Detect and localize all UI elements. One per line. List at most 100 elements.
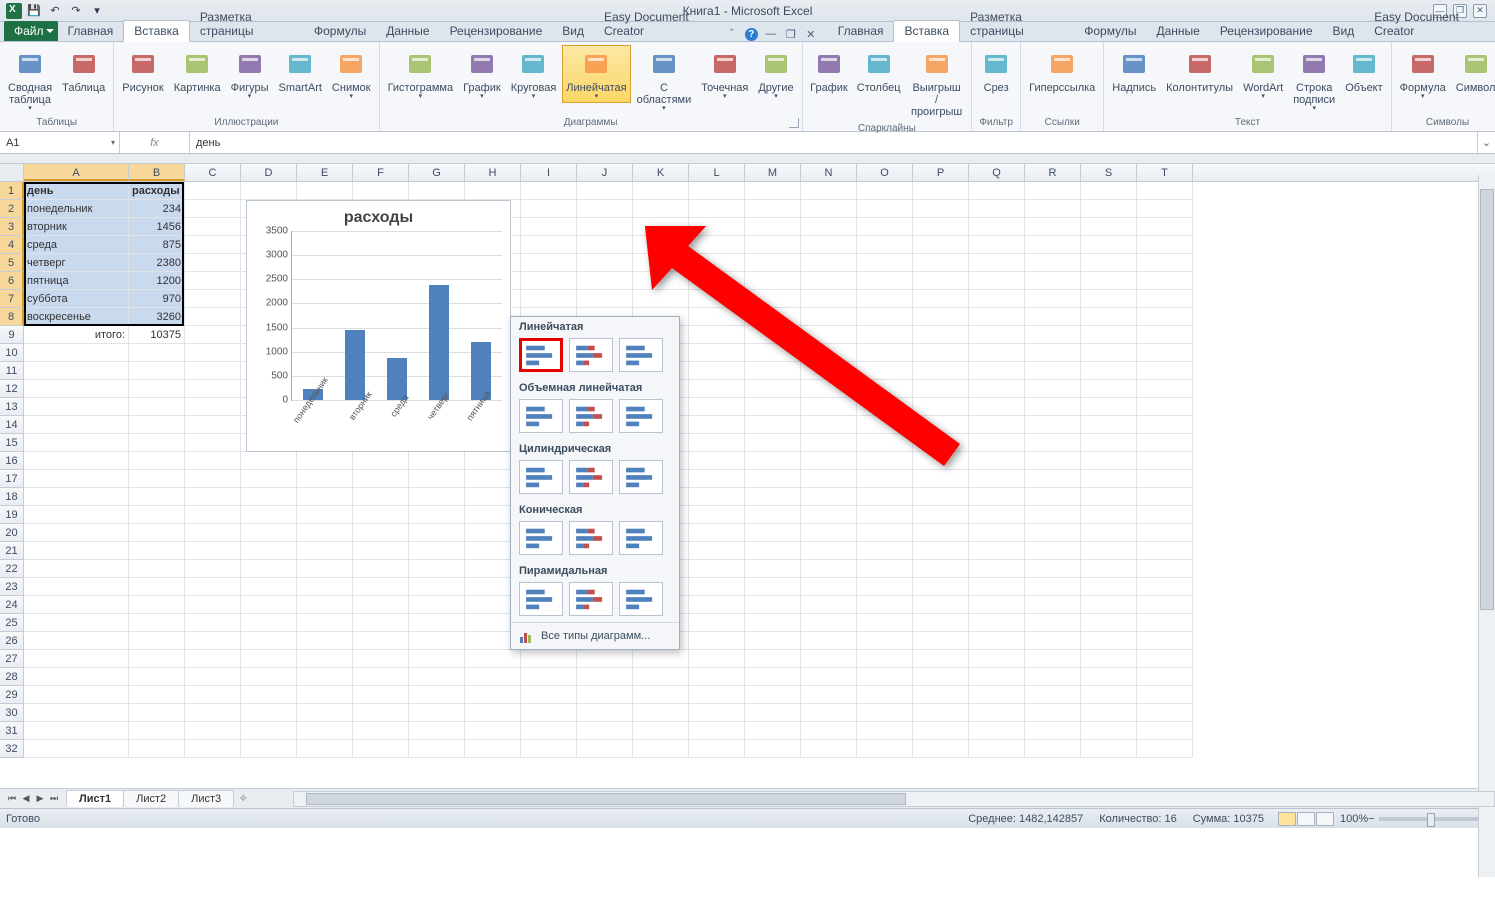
chart-type-option[interactable]	[569, 521, 613, 555]
chart-type-option[interactable]	[619, 460, 663, 494]
row-header[interactable]: 19	[0, 506, 24, 524]
cell[interactable]	[1081, 380, 1137, 398]
cell[interactable]	[297, 704, 353, 722]
cell[interactable]: понедельник	[24, 200, 129, 218]
cell[interactable]	[24, 632, 129, 650]
minimize-ribbon-icon[interactable]: ˆ	[725, 27, 739, 41]
cell[interactable]	[1137, 416, 1193, 434]
cell[interactable]	[409, 560, 465, 578]
cell[interactable]	[913, 434, 969, 452]
ribbon-tab-главная[interactable]: Главная	[828, 21, 894, 41]
cell[interactable]	[185, 596, 241, 614]
cell[interactable]	[1081, 740, 1137, 758]
cell[interactable]	[521, 668, 577, 686]
ribbon-button[interactable]: SmartArt	[275, 45, 326, 97]
cell[interactable]	[185, 290, 241, 308]
cell[interactable]	[913, 722, 969, 740]
cell[interactable]	[1025, 686, 1081, 704]
cell[interactable]	[353, 524, 409, 542]
cell[interactable]	[241, 524, 297, 542]
cell[interactable]	[689, 668, 745, 686]
cell[interactable]	[297, 542, 353, 560]
chart-type-option[interactable]	[619, 399, 663, 433]
cell[interactable]	[801, 470, 857, 488]
cell[interactable]	[1081, 200, 1137, 218]
cell[interactable]	[633, 704, 689, 722]
cell[interactable]	[857, 470, 913, 488]
cell[interactable]	[577, 686, 633, 704]
row-header[interactable]: 23	[0, 578, 24, 596]
ribbon-tab-easy-document-creator[interactable]: Easy Document Creator	[1364, 7, 1495, 41]
cell[interactable]	[857, 722, 913, 740]
cell[interactable]	[521, 254, 577, 272]
cell[interactable]	[633, 254, 689, 272]
cell[interactable]	[1137, 362, 1193, 380]
cell[interactable]	[185, 632, 241, 650]
row-header[interactable]: 8	[0, 308, 24, 326]
cell[interactable]	[857, 254, 913, 272]
cell[interactable]	[689, 416, 745, 434]
ribbon-button[interactable]: Выигрыш / проигрыш	[906, 45, 967, 121]
ribbon-button[interactable]: WordArt▾	[1239, 45, 1287, 103]
cell[interactable]	[185, 344, 241, 362]
cell[interactable]	[1081, 362, 1137, 380]
cell[interactable]	[801, 254, 857, 272]
cell[interactable]	[913, 308, 969, 326]
ribbon-button[interactable]: Точечная▾	[697, 45, 752, 103]
row-header[interactable]: 13	[0, 398, 24, 416]
cell[interactable]	[1081, 326, 1137, 344]
undo-icon[interactable]: ↶	[46, 2, 64, 20]
cell[interactable]	[297, 578, 353, 596]
cell[interactable]	[24, 470, 129, 488]
cell[interactable]	[185, 686, 241, 704]
sheet-prev-icon[interactable]: ◀	[20, 793, 32, 804]
cell[interactable]	[1137, 326, 1193, 344]
row-header[interactable]: 30	[0, 704, 24, 722]
cell[interactable]	[801, 344, 857, 362]
cell[interactable]	[465, 650, 521, 668]
cell[interactable]	[297, 506, 353, 524]
cell[interactable]: вторник	[24, 218, 129, 236]
cell[interactable]	[913, 704, 969, 722]
cell[interactable]	[1081, 542, 1137, 560]
cell[interactable]	[745, 740, 801, 758]
row-header[interactable]: 24	[0, 596, 24, 614]
cell[interactable]	[913, 290, 969, 308]
row-header[interactable]: 20	[0, 524, 24, 542]
cell[interactable]	[24, 416, 129, 434]
cell[interactable]	[969, 326, 1025, 344]
cell[interactable]: 10375	[129, 326, 185, 344]
cell[interactable]	[1081, 668, 1137, 686]
cell[interactable]	[521, 740, 577, 758]
cell[interactable]	[857, 488, 913, 506]
cell[interactable]	[801, 542, 857, 560]
cell[interactable]	[969, 578, 1025, 596]
cell[interactable]	[913, 650, 969, 668]
cell[interactable]	[801, 452, 857, 470]
cell[interactable]	[1081, 254, 1137, 272]
cell[interactable]	[185, 182, 241, 200]
cell[interactable]	[689, 740, 745, 758]
ribbon-tab-вставка[interactable]: Вставка	[893, 20, 960, 42]
cell[interactable]	[1025, 470, 1081, 488]
cell[interactable]	[801, 272, 857, 290]
cell[interactable]	[857, 686, 913, 704]
cell[interactable]	[913, 686, 969, 704]
cell[interactable]	[857, 560, 913, 578]
cell[interactable]	[297, 632, 353, 650]
cell[interactable]	[353, 722, 409, 740]
row-header[interactable]: 28	[0, 668, 24, 686]
cell[interactable]	[913, 182, 969, 200]
cell[interactable]	[129, 524, 185, 542]
cell[interactable]	[913, 560, 969, 578]
cell[interactable]	[801, 362, 857, 380]
cell[interactable]: 3260	[129, 308, 185, 326]
cell[interactable]	[633, 686, 689, 704]
cell[interactable]	[353, 650, 409, 668]
cell[interactable]	[969, 272, 1025, 290]
cell[interactable]	[913, 218, 969, 236]
cell[interactable]	[857, 380, 913, 398]
cell[interactable]	[1137, 398, 1193, 416]
cell[interactable]	[1025, 200, 1081, 218]
cell[interactable]	[465, 182, 521, 200]
